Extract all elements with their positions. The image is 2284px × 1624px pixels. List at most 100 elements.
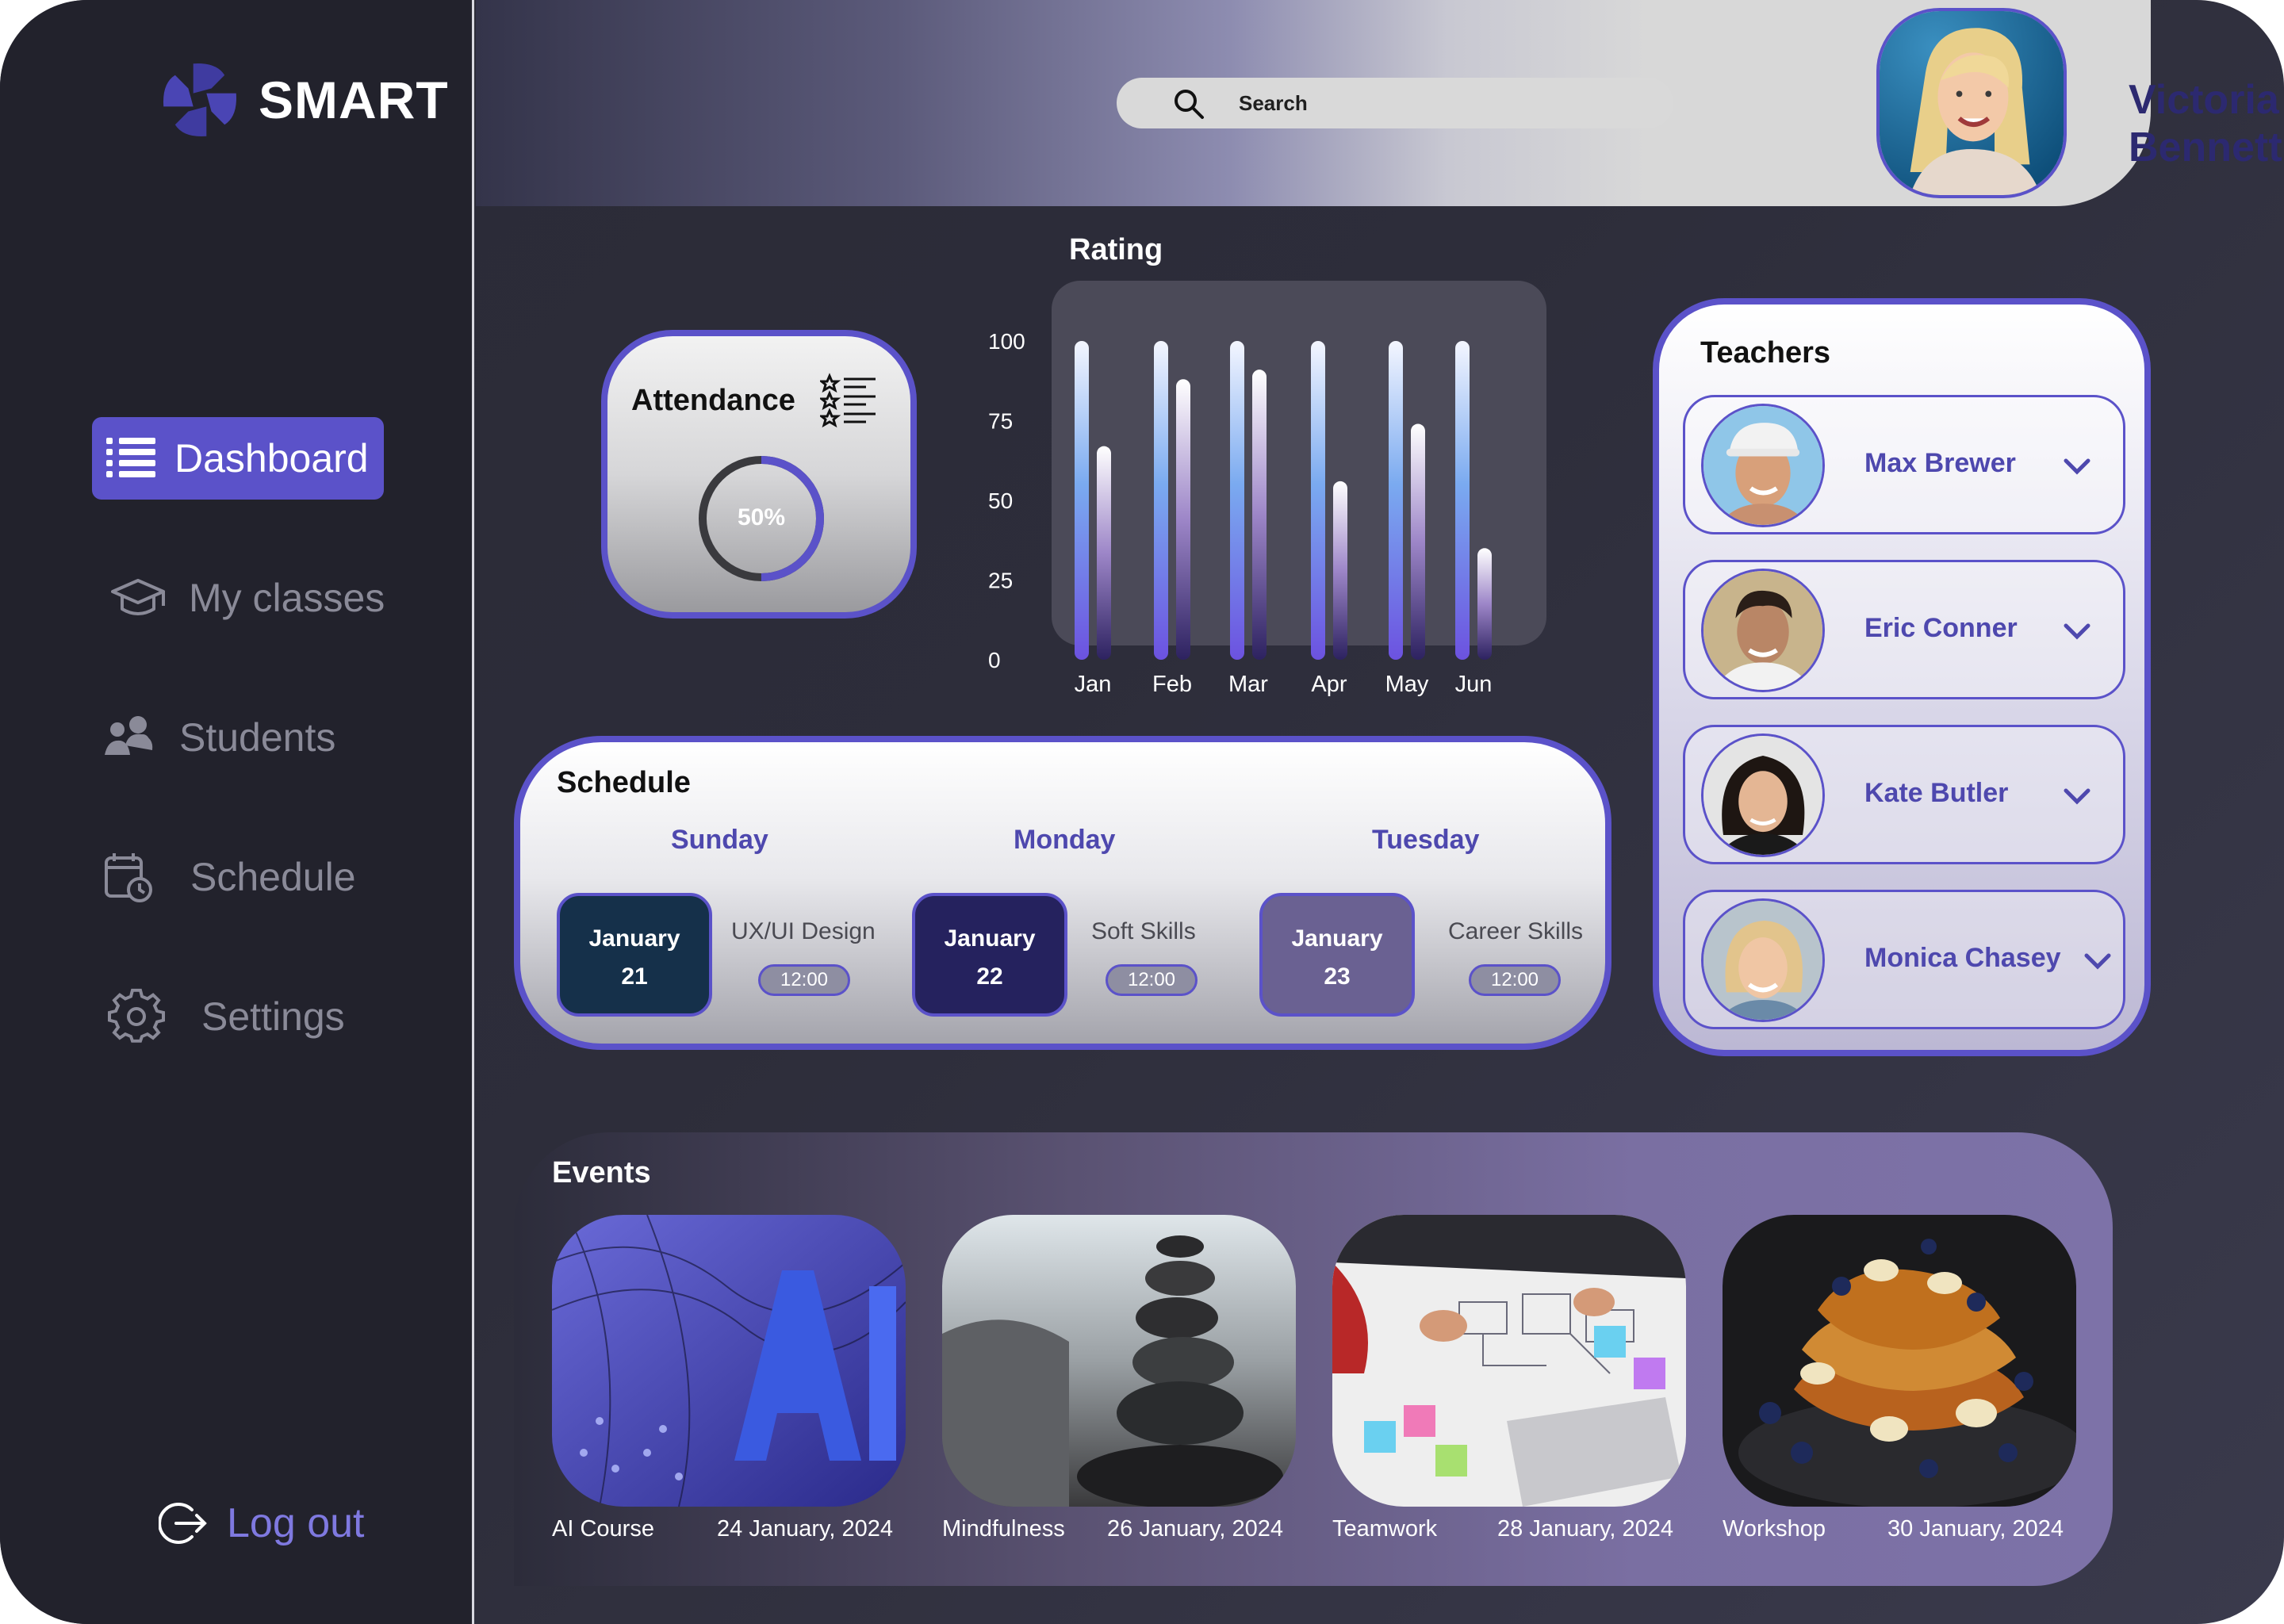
- list-icon: [106, 438, 155, 477]
- chevron-down-icon[interactable]: [2063, 784, 2091, 808]
- user-name[interactable]: Victoria Bennett: [2129, 76, 2282, 171]
- rating-bar: [1154, 341, 1168, 660]
- rating-bar: [1230, 341, 1244, 660]
- logout-icon: [159, 1503, 207, 1544]
- teacher-name: Eric Conner: [1864, 613, 2018, 643]
- schedule-title: Schedule: [557, 766, 691, 799]
- event-date: 26 January, 2024: [1107, 1516, 1283, 1542]
- top-bar: Search Victoria Bennett: [476, 0, 2282, 206]
- time-pill: 12:00: [1469, 964, 1561, 996]
- x-tick-label: Jan: [1075, 672, 1112, 697]
- sidebar: SMART Dashboard My classes Students Sche…: [0, 0, 474, 1624]
- rating-bar: [1389, 341, 1403, 660]
- attendance-title: Attendance: [631, 384, 795, 417]
- event-name: Mindfulness: [942, 1516, 1065, 1542]
- sidebar-item-my-classes[interactable]: My classes: [109, 569, 385, 626]
- teacher-item[interactable]: Monica Chasey: [1683, 890, 2125, 1029]
- calendar-clock-icon: [105, 853, 152, 902]
- teacher-item[interactable]: Max Brewer: [1683, 395, 2125, 534]
- teacher-name: Kate Butler: [1864, 778, 2009, 808]
- teacher-name: Monica Chasey: [1864, 943, 2061, 973]
- user-photo: [1880, 11, 2064, 195]
- sidebar-item-settings[interactable]: Settings: [108, 988, 345, 1045]
- students-icon: [105, 716, 153, 755]
- sidebar-item-students[interactable]: Students: [100, 709, 335, 766]
- brand-name: SMART: [259, 71, 449, 129]
- date-month: January: [588, 925, 680, 952]
- french-toast-photo: [1723, 1215, 2076, 1507]
- schedule-card: Schedule Sunday January 21 UX/UI Design …: [514, 736, 1611, 1050]
- sidebar-item-schedule[interactable]: Schedule: [100, 848, 356, 906]
- x-tick-label: Mar: [1228, 672, 1268, 697]
- date-day: 21: [621, 963, 648, 990]
- teacher-photo: [1703, 901, 1822, 1020]
- search-icon: [1175, 90, 1204, 119]
- teacher-item[interactable]: Kate Butler: [1683, 725, 2125, 864]
- x-tick-label: Feb: [1152, 672, 1192, 697]
- attendance-percent: 50%: [737, 504, 786, 530]
- chevron-down-icon[interactable]: [2083, 949, 2112, 973]
- attendance-card[interactable]: Attendance 50%: [601, 330, 917, 619]
- date-month: January: [1291, 925, 1383, 952]
- day-label: Monday: [1014, 825, 1116, 855]
- event-date: 30 January, 2024: [1887, 1516, 2064, 1542]
- rating-bar: [1097, 446, 1111, 660]
- event-name: Workshop: [1723, 1516, 1826, 1542]
- event-image-teamwork[interactable]: [1332, 1215, 1686, 1507]
- chevron-down-icon[interactable]: [2063, 619, 2091, 643]
- day-label: Tuesday: [1372, 825, 1480, 855]
- time-pill: 12:00: [1106, 964, 1198, 996]
- sidebar-item-dashboard[interactable]: Dashboard: [92, 417, 384, 500]
- rating-title: Rating: [1069, 233, 1163, 266]
- time-pill: 12:00: [758, 964, 850, 996]
- course-name: Soft Skills: [1091, 918, 1196, 944]
- sidebar-item-label: Schedule: [190, 855, 356, 899]
- event-image-workshop[interactable]: [1723, 1215, 2076, 1507]
- date-day: 23: [1324, 963, 1351, 990]
- course-name: Career Skills: [1448, 918, 1584, 944]
- teacher-item[interactable]: Eric Conner: [1683, 560, 2125, 699]
- y-tick-label: 25: [988, 569, 1013, 593]
- rating-bar: [1333, 481, 1347, 660]
- stacked-stones-photo: [942, 1215, 1296, 1507]
- search-input[interactable]: Search: [1117, 78, 1673, 128]
- date-box[interactable]: January 22: [912, 893, 1067, 1017]
- y-tick-label: 50: [988, 488, 1013, 513]
- teacher-avatar: [1701, 898, 1825, 1022]
- logout-label: Log out: [227, 1500, 365, 1546]
- event-image-mindfulness[interactable]: [942, 1215, 1296, 1507]
- ai-letters-photo: [552, 1215, 906, 1507]
- teacher-name: Max Brewer: [1864, 448, 2016, 478]
- date-day: 22: [976, 963, 1003, 990]
- sidebar-item-label: Dashboard: [174, 436, 369, 481]
- day-label: Sunday: [671, 825, 768, 855]
- x-tick-label: Jun: [1455, 672, 1493, 697]
- chevron-down-icon[interactable]: [2063, 454, 2091, 478]
- events-title: Events: [552, 1156, 651, 1189]
- x-tick-label: Apr: [1311, 672, 1347, 697]
- teacher-avatar: [1701, 569, 1825, 692]
- y-tick-label: 0: [988, 648, 1001, 672]
- date-box[interactable]: January 23: [1259, 893, 1415, 1017]
- y-tick-label: 75: [988, 409, 1013, 434]
- logout-button[interactable]: Log out: [159, 1499, 365, 1548]
- teacher-photo: [1703, 406, 1822, 525]
- date-month: January: [944, 925, 1036, 952]
- teachers-title: Teachers: [1700, 336, 1831, 370]
- rating-bar: [1075, 341, 1089, 660]
- date-box[interactable]: January 21: [557, 893, 712, 1017]
- teacher-photo: [1703, 736, 1822, 855]
- sidebar-item-label: My classes: [189, 576, 385, 620]
- event-image-ai-course[interactable]: [552, 1215, 906, 1507]
- events-section: Events AI Course 24 January, 2024 Mindfu…: [514, 1132, 2113, 1586]
- event-name: Teamwork: [1332, 1516, 1438, 1542]
- app-window: SMART Dashboard My classes Students Sche…: [0, 0, 2284, 1624]
- user-avatar[interactable]: [1876, 8, 2067, 198]
- checklist-icon: [820, 373, 876, 428]
- smart-logo-icon: [163, 63, 236, 136]
- rating-bar: [1411, 423, 1425, 660]
- teachers-card: Teachers Max Brewer Eric Conner Kate But…: [1653, 298, 2151, 1056]
- brand-logo[interactable]: SMART: [159, 59, 449, 141]
- sidebar-item-label: Students: [179, 715, 336, 760]
- rating-chart: 100 75 50 25 0 Jan Feb Mar Apr May Jun: [988, 329, 1493, 697]
